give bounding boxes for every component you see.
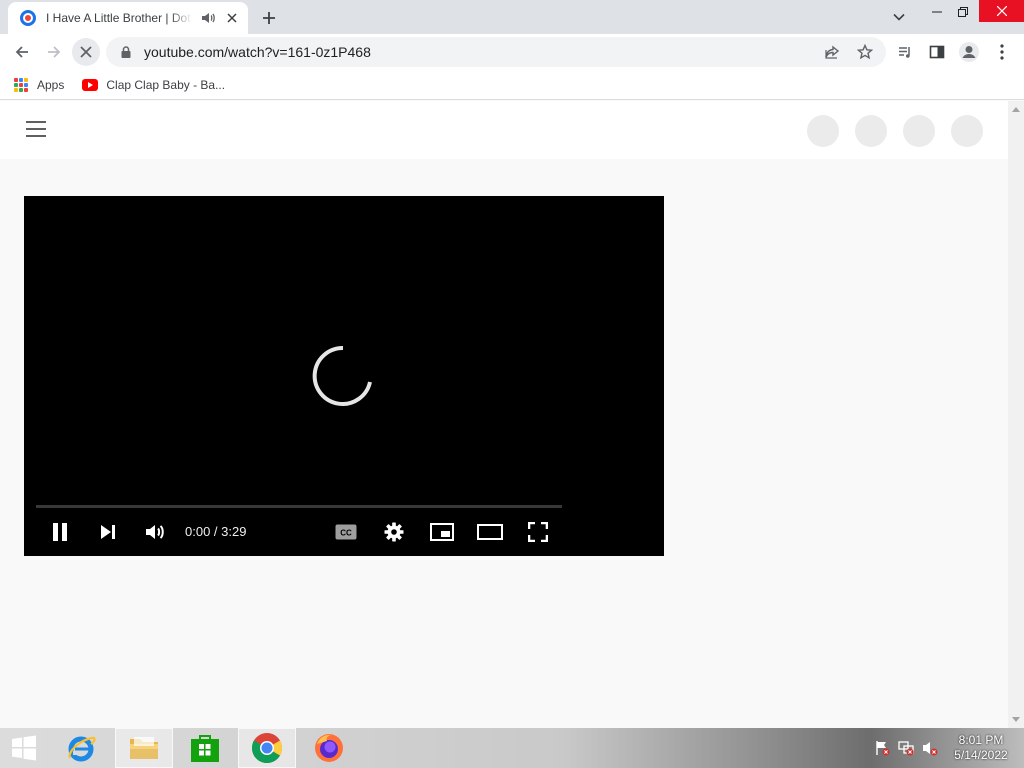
taskbar-firefox[interactable]: [300, 728, 358, 768]
windows-logo-icon: [12, 735, 36, 761]
youtube-icon: [82, 78, 99, 91]
url-text[interactable]: youtube.com/watch?v=161-0z1P468: [144, 44, 371, 60]
next-button[interactable]: [90, 516, 126, 548]
close-icon: [996, 6, 1007, 16]
close-icon: [80, 46, 92, 58]
page-scrollbar[interactable]: [1008, 101, 1024, 728]
pause-button[interactable]: [42, 516, 78, 548]
close-icon[interactable]: [224, 10, 240, 26]
bookmarks-bar: Apps Clap Clap Baby - Ba...: [0, 70, 1024, 100]
bookmark-apps[interactable]: Apps: [14, 77, 65, 92]
page-content: 0:00 / 3:29 CC: [0, 101, 1008, 728]
star-icon[interactable]: [856, 43, 874, 60]
placeholder-circle: [807, 115, 839, 147]
plus-icon: [263, 12, 275, 24]
store-icon: [191, 735, 219, 762]
share-icon[interactable]: [824, 44, 840, 60]
scroll-down-arrow-icon[interactable]: [1012, 717, 1020, 722]
browser-tab[interactable]: I Have A Little Brother | Dotty: [8, 2, 248, 34]
stop-loading-button[interactable]: [72, 38, 100, 66]
taskbar-store[interactable]: [176, 728, 234, 768]
chrome-icon: [251, 733, 283, 764]
time-display: 0:00 / 3:29: [185, 524, 247, 539]
folder-icon: [130, 737, 158, 759]
captions-button[interactable]: CC: [328, 516, 364, 548]
back-button[interactable]: [8, 38, 36, 66]
firefox-icon: [315, 734, 343, 762]
taskbar-chrome[interactable]: [238, 728, 296, 768]
network-icon[interactable]: [898, 740, 914, 756]
menu-icon[interactable]: [26, 121, 46, 137]
theater-mode-button[interactable]: [472, 516, 508, 548]
close-window-button[interactable]: [979, 0, 1024, 22]
restore-button[interactable]: [946, 0, 980, 24]
restore-icon: [958, 7, 968, 17]
tab-strip: I Have A Little Brother | Dotty: [0, 0, 1024, 34]
skip-next-icon: [101, 525, 115, 539]
system-clock[interactable]: 8:01 PM 5/14/2022: [950, 733, 1012, 763]
tab-search-button[interactable]: [888, 8, 910, 26]
clock-date: 5/14/2022: [954, 748, 1008, 762]
fullscreen-button[interactable]: [520, 516, 556, 548]
video-player[interactable]: 0:00 / 3:29 CC: [24, 196, 664, 556]
settings-button[interactable]: [376, 516, 412, 548]
closed-captions-icon: CC: [335, 524, 357, 540]
side-panel-icon[interactable]: [926, 41, 948, 63]
speaker-muted-icon[interactable]: [922, 740, 938, 756]
more-menu-icon[interactable]: [991, 41, 1013, 63]
scroll-up-arrow-icon[interactable]: [1012, 107, 1020, 112]
progress-bar[interactable]: [36, 505, 562, 508]
volume-icon: [146, 525, 164, 539]
minimize-icon: [932, 11, 942, 13]
miniplayer-icon: [430, 523, 454, 541]
start-button[interactable]: [0, 728, 48, 768]
arrow-right-icon: [48, 46, 61, 58]
fullscreen-icon: [528, 522, 548, 542]
tab-title: I Have A Little Brother | Dotty: [46, 11, 192, 25]
browser-toolbar: youtube.com/watch?v=161-0z1P468: [0, 34, 1024, 70]
new-tab-button[interactable]: [258, 7, 280, 29]
taskbar-internet-explorer[interactable]: [52, 728, 110, 768]
gear-icon: [384, 522, 404, 542]
bookmark-label: Clap Clap Baby - Ba...: [106, 77, 226, 92]
forward-button[interactable]: [40, 38, 68, 66]
taskbar: 8:01 PM 5/14/2022: [0, 728, 1024, 768]
internet-explorer-icon: [68, 736, 96, 762]
placeholder-circle: [951, 115, 983, 147]
bookmark-clap-clap-baby[interactable]: Clap Clap Baby - Ba...: [80, 78, 225, 92]
theater-mode-icon: [477, 524, 503, 540]
apps-grid-icon: [14, 77, 28, 92]
taskbar-file-explorer[interactable]: [115, 728, 173, 768]
arrow-left-icon: [15, 46, 28, 58]
masthead: [0, 101, 1008, 159]
pause-icon: [53, 523, 67, 541]
clock-time: 8:01 PM: [958, 733, 1004, 747]
chevron-down-icon: [893, 13, 905, 21]
profile-avatar-icon[interactable]: [958, 41, 980, 63]
media-controls-icon[interactable]: [894, 41, 916, 63]
loading-spinner-icon: [312, 345, 372, 406]
action-center-flag-icon[interactable]: [874, 740, 890, 756]
youtube-kids-favicon-icon: [20, 10, 36, 26]
lock-icon[interactable]: [120, 46, 132, 58]
placeholder-circle: [903, 115, 935, 147]
volume-button[interactable]: [137, 516, 173, 548]
svg-text:CC: CC: [340, 529, 352, 538]
miniplayer-button[interactable]: [424, 516, 460, 548]
placeholder-circle: [855, 115, 887, 147]
speaker-icon[interactable]: [200, 10, 216, 26]
bookmark-label: Apps: [37, 77, 65, 92]
address-bar[interactable]: youtube.com/watch?v=161-0z1P468: [106, 37, 886, 67]
